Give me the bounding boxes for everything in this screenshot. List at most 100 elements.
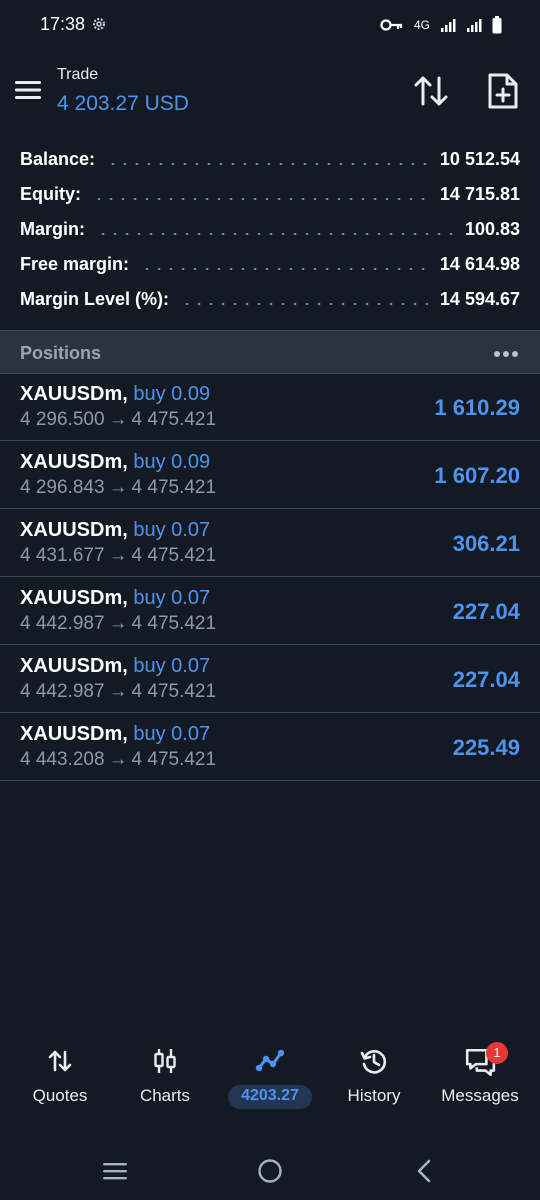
open-price: 4 443.208 xyxy=(20,749,105,770)
position-row[interactable]: XAUUSDm, buy 0.09 4 296.500 → 4 475.421 1 … xyxy=(0,373,540,441)
position-title: XAUUSDm, buy 0.07 xyxy=(20,655,210,678)
position-prices: 4 431.677 → 4 475.421 xyxy=(20,545,216,567)
open-price: 4 442.987 xyxy=(20,613,105,634)
open-price: 4 442.987 xyxy=(20,681,105,702)
nav-label: Charts xyxy=(139,1086,191,1105)
more-options-icon[interactable] xyxy=(494,351,518,357)
arrow-icon: → xyxy=(108,681,128,702)
position-row[interactable]: XAUUSDm, buy 0.07 4 442.987 → 4 475.421 22… xyxy=(0,577,540,645)
status-icons: 4G xyxy=(380,14,502,36)
charts-icon xyxy=(154,1049,176,1073)
header-balance: 4 203.27 USD xyxy=(57,92,189,115)
summary-value: 14 715.81 xyxy=(439,184,520,204)
top-bar: Trade 4 203.27 USD xyxy=(0,52,540,132)
bottom-nav: Quotes Charts 4203.27 History 1 Messages xyxy=(0,1040,540,1140)
current-price: 4 475.421 xyxy=(131,545,217,566)
summary-label: Equity: xyxy=(20,184,81,204)
position-title: XAUUSDm, buy 0.09 xyxy=(20,451,210,474)
position-profit: 306.21 xyxy=(452,531,520,556)
summary-row-margin-level: Margin Level (%): 14 594.67 xyxy=(0,282,540,317)
status-bar: 17:38 4G xyxy=(0,0,540,50)
summary-row-equity: Equity: 14 715.81 xyxy=(0,177,540,212)
summary-row-balance: Balance: 10 512.54 xyxy=(0,142,540,177)
account-summary: Balance: 10 512.54 Equity: 14 715.81 Mar… xyxy=(0,142,540,317)
quotes-icon xyxy=(48,1050,72,1072)
dot-leader xyxy=(141,267,428,270)
settings-icon xyxy=(93,18,105,30)
recent-apps-icon[interactable] xyxy=(100,1158,130,1184)
position-symbol: XAUUSDm, xyxy=(20,451,128,473)
position-title: XAUUSDm, buy 0.07 xyxy=(20,587,210,610)
summary-value: 14 594.67 xyxy=(439,289,520,309)
signal-icon xyxy=(441,19,456,32)
nav-item-history[interactable]: History xyxy=(324,1040,424,1120)
nav-item-messages[interactable]: 1 Messages xyxy=(428,1040,532,1120)
back-icon[interactable] xyxy=(410,1158,440,1184)
nav-label: History xyxy=(347,1086,401,1105)
position-row[interactable]: XAUUSDm, buy 0.07 4 443.208 → 4 475.421 22… xyxy=(0,713,540,781)
position-symbol: XAUUSDm, xyxy=(20,655,128,677)
position-side: buy 0.09 xyxy=(133,383,211,405)
position-symbol: XAUUSDm, xyxy=(20,587,128,609)
position-title: XAUUSDm, buy 0.07 xyxy=(20,723,210,746)
positions-title: Positions xyxy=(20,343,102,363)
position-row[interactable]: XAUUSDm, buy 0.07 4 442.987 → 4 475.421 22… xyxy=(0,645,540,713)
menu-icon[interactable] xyxy=(14,78,42,102)
home-icon[interactable] xyxy=(255,1158,285,1184)
position-side: buy 0.09 xyxy=(133,451,211,473)
position-row[interactable]: XAUUSDm, buy 0.09 4 296.843 → 4 475.421 1 … xyxy=(0,441,540,509)
current-price: 4 475.421 xyxy=(131,613,217,634)
summary-value: 100.83 xyxy=(464,219,520,239)
nav-item-quotes[interactable]: Quotes xyxy=(10,1040,110,1120)
battery-icon xyxy=(492,16,502,34)
sort-icon[interactable] xyxy=(412,72,450,110)
position-symbol: XAUUSDm, xyxy=(20,383,128,405)
current-price: 4 475.421 xyxy=(131,409,217,430)
nav-item-charts[interactable]: Charts xyxy=(115,1040,215,1120)
open-price: 4 431.677 xyxy=(20,545,105,566)
position-profit: 225.49 xyxy=(452,735,520,760)
dot-leader xyxy=(181,302,428,305)
summary-label: Balance: xyxy=(20,149,96,169)
dot-leader xyxy=(97,232,453,235)
nav-label: Messages xyxy=(441,1086,519,1105)
history-icon xyxy=(360,1050,387,1074)
signal-icon-2 xyxy=(467,19,482,32)
position-row[interactable]: XAUUSDm, buy 0.07 4 431.677 → 4 475.421 30… xyxy=(0,509,540,577)
open-price: 4 296.843 xyxy=(20,477,105,498)
arrow-icon: → xyxy=(108,613,128,634)
position-side: buy 0.07 xyxy=(133,519,211,541)
dot-leader xyxy=(93,197,428,200)
notification-badge: 1 xyxy=(486,1042,508,1064)
arrow-icon: → xyxy=(108,545,128,566)
new-order-icon[interactable] xyxy=(486,72,520,110)
summary-label: Free margin: xyxy=(20,254,130,274)
trade-icon xyxy=(255,1049,285,1072)
positions-list: XAUUSDm, buy 0.09 4 296.500 → 4 475.421 1 … xyxy=(0,373,540,781)
dot xyxy=(494,351,500,357)
position-prices: 4 442.987 → 4 475.421 xyxy=(20,613,216,635)
nav-item-trade[interactable]: 4203.27 xyxy=(220,1040,320,1120)
current-price: 4 475.421 xyxy=(131,749,217,770)
position-title: XAUUSDm, buy 0.09 xyxy=(20,383,210,406)
position-title: XAUUSDm, buy 0.07 xyxy=(20,519,210,542)
position-profit: 1 610.29 xyxy=(434,395,520,420)
position-profit: 227.04 xyxy=(452,667,520,692)
summary-label: Margin Level (%): xyxy=(20,289,170,309)
position-side: buy 0.07 xyxy=(133,587,211,609)
dot xyxy=(512,351,518,357)
summary-row-free-margin: Free margin: 14 614.98 xyxy=(0,247,540,282)
summary-value: 10 512.54 xyxy=(439,149,520,169)
key-icon xyxy=(380,19,403,31)
arrow-icon: → xyxy=(108,409,128,430)
position-side: buy 0.07 xyxy=(133,723,211,745)
position-symbol: XAUUSDm, xyxy=(20,723,128,745)
status-time: 17:38 xyxy=(40,14,86,34)
current-price: 4 475.421 xyxy=(131,681,217,702)
position-side: buy 0.07 xyxy=(133,655,211,677)
summary-label: Margin: xyxy=(20,219,85,239)
summary-value: 14 614.98 xyxy=(439,254,520,274)
current-price: 4 475.421 xyxy=(131,477,217,498)
positions-header: Positions xyxy=(0,330,540,374)
dot-leader xyxy=(107,162,428,165)
